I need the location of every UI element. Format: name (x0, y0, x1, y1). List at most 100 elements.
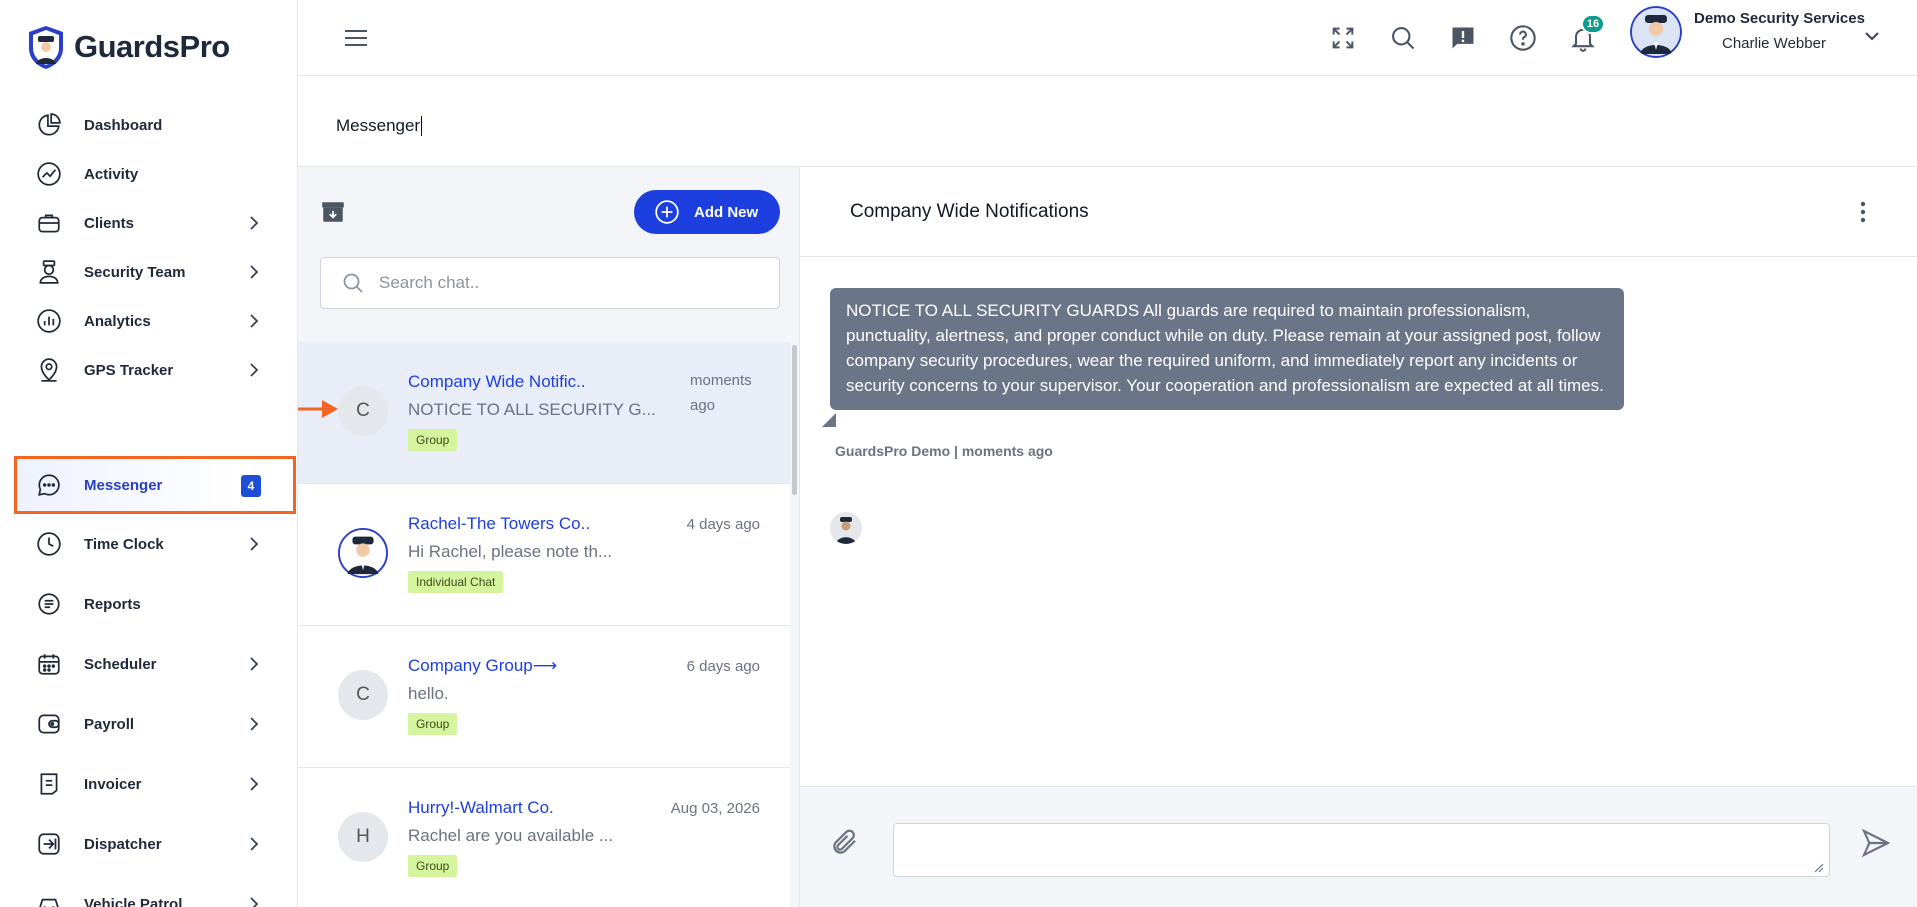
chat-type-tag: Group (408, 855, 458, 877)
chevron-right-icon (250, 717, 259, 731)
chat-list-item[interactable]: H Hurry!-Walmart Co. Rachel are you avai… (298, 768, 790, 907)
sidebar-item-dashboard[interactable]: Dashboard (14, 97, 296, 153)
chat-list-panel: Add New C Company Wide Notific.. NOTICE … (298, 167, 800, 907)
chat-avatar (338, 528, 388, 578)
chat-preview: Hi Rachel, please note th... (408, 542, 613, 561)
chat-time: 4 days ago (686, 516, 760, 533)
chat-time: Aug 03, 2026 (670, 800, 760, 817)
sidebar-item-label: Vehicle Patrol (84, 895, 183, 907)
fullscreen-icon[interactable] (1327, 22, 1359, 54)
chat-time: 6 days ago (686, 658, 760, 675)
chat-list-item[interactable]: C Company Group⟶ hello. 6 days ago Group (298, 626, 790, 768)
clock-icon (34, 529, 64, 559)
chat-list-scrollbar[interactable] (792, 345, 797, 495)
chat-time: moments ago (690, 372, 752, 414)
search-chat-input[interactable] (377, 272, 757, 294)
sidebar-item-label: Invoicer (84, 775, 142, 793)
sidebar-item-label: Payroll (84, 715, 135, 733)
search-chat-box[interactable] (320, 257, 780, 309)
message-meta: GuardsPro Demo | moments ago (835, 443, 1053, 459)
bar-chart-icon (34, 306, 64, 336)
invoice-icon (34, 769, 64, 799)
search-icon[interactable] (1387, 22, 1419, 54)
chat-type-tag: Group (408, 713, 458, 735)
chat-list-item[interactable]: C Company Wide Notific.. NOTICE TO ALL S… (298, 342, 790, 484)
plus-circle-icon (655, 200, 679, 224)
chat-preview: NOTICE TO ALL SECURITY G... (408, 400, 656, 419)
chevron-right-icon (250, 265, 259, 279)
sidebar-item-label: Security Team (84, 263, 186, 281)
more-options-icon[interactable] (1851, 197, 1875, 227)
message-composer (800, 786, 1917, 907)
add-new-chat-button[interactable]: Add New (634, 190, 780, 234)
sidebar-item-scheduler[interactable]: Scheduler (14, 636, 296, 692)
sidebar-item-analytics[interactable]: Analytics (14, 293, 296, 349)
message-bubble: NOTICE TO ALL SECURITY GUARDS All guards… (830, 288, 1624, 410)
sidebar-item-label: Clients (84, 214, 135, 232)
chat-name: Rachel-The Towers Co.. (408, 514, 591, 533)
search-icon (343, 273, 363, 293)
user-avatar[interactable] (1630, 6, 1682, 58)
sidebar-item-invoicer[interactable]: Invoicer (14, 756, 296, 812)
chat-avatar: C (338, 386, 388, 436)
dispatch-icon (34, 829, 64, 859)
chevron-right-icon (250, 657, 259, 671)
unread-badge: 4 (241, 475, 261, 497)
sidebar-item-clients[interactable]: Clients (14, 195, 296, 251)
chat-name: Hurry!-Walmart Co. (408, 798, 554, 817)
user-name: Charlie Webber (1722, 35, 1826, 52)
logo-text: GuardsPro (74, 29, 230, 64)
help-icon[interactable] (1507, 22, 1539, 54)
app-logo[interactable]: GuardsPro (26, 22, 230, 72)
message-input[interactable] (893, 823, 1830, 877)
guard-shield-logo-icon (29, 26, 63, 69)
archive-icon[interactable] (320, 199, 346, 225)
resize-grip-icon[interactable] (1812, 861, 1824, 873)
hamburger-menu-icon[interactable] (342, 24, 370, 52)
feedback-alert-icon[interactable] (1447, 22, 1479, 54)
sidebar-item-label: Activity (84, 165, 139, 183)
page-title-bar: Messenger (298, 76, 1917, 167)
chat-preview: hello. (408, 684, 449, 703)
page-title: Messenger (336, 116, 423, 136)
sidebar: GuardsPro Dashboard Activity Clients Sec… (0, 0, 298, 907)
sidebar-item-security-team[interactable]: Security Team (14, 244, 296, 300)
chevron-right-icon (250, 837, 259, 851)
chevron-right-icon (250, 314, 259, 328)
sidebar-item-time-clock[interactable]: Time Clock (14, 516, 296, 572)
pie-chart-icon (34, 110, 64, 140)
briefcase-icon (34, 208, 64, 238)
map-pin-icon (34, 355, 64, 385)
sidebar-item-activity[interactable]: Activity (14, 146, 296, 202)
sidebar-item-payroll[interactable]: Payroll (14, 696, 296, 752)
chevron-down-icon[interactable] (1862, 26, 1882, 46)
sidebar-item-label: Reports (84, 595, 141, 613)
sidebar-item-label: Analytics (84, 312, 151, 330)
sidebar-item-dispatcher[interactable]: Dispatcher (14, 816, 296, 872)
chat-type-tag: Group (408, 429, 458, 451)
sidebar-item-gps-tracker[interactable]: GPS Tracker (14, 342, 296, 398)
sidebar-item-vehicle-patrol[interactable]: Vehicle Patrol (14, 876, 296, 907)
notification-count-badge: 16 (1581, 14, 1605, 34)
chat-list-item[interactable]: Rachel-The Towers Co.. Hi Rachel, please… (298, 484, 790, 626)
chat-bubble-icon (34, 470, 64, 500)
chevron-right-icon (250, 216, 259, 230)
wallet-icon (34, 709, 64, 739)
chevron-right-icon (250, 537, 259, 551)
sidebar-item-messenger[interactable]: Messenger 4 (14, 456, 296, 514)
car-icon (34, 889, 64, 907)
top-bar: 16 Demo Security Services Charlie Webber (298, 0, 1917, 76)
send-icon[interactable] (1860, 827, 1892, 859)
sidebar-item-label: Messenger (84, 476, 163, 494)
conversation-header: Company Wide Notifications (800, 167, 1917, 257)
document-icon (34, 589, 64, 619)
pointer-arrow-icon (298, 400, 338, 418)
chat-list: C Company Wide Notific.. NOTICE TO ALL S… (298, 342, 790, 907)
chat-preview: Rachel are you available ... (408, 826, 614, 845)
sidebar-item-label: Time Clock (84, 535, 164, 553)
sidebar-item-label: Dispatcher (84, 835, 162, 853)
guard-icon (34, 257, 64, 287)
paperclip-icon[interactable] (830, 827, 860, 857)
calendar-icon (34, 649, 64, 679)
sidebar-item-reports[interactable]: Reports (14, 576, 296, 632)
